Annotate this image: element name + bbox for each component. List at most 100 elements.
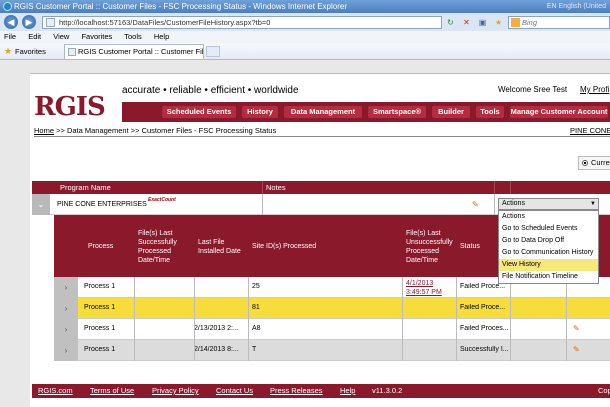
breadcrumb: Home >> Data Management >> Customer File… [34,126,276,135]
edit-notes-icon[interactable]: ✎ [472,201,480,209]
cell-unsuccess-time[interactable]: 3:49:57 PM [406,288,442,297]
menu-edit[interactable]: Edit [28,32,41,41]
current-radio-label: Curre [591,158,610,167]
back-icon[interactable]: ◀ [4,15,18,29]
page-icon [46,18,55,27]
action-option[interactable]: Go to Scheduled Events [499,223,598,235]
favorites-button[interactable]: ★ Favorites [4,46,46,57]
stop-icon[interactable]: ✕ [460,16,473,29]
chevron-down-icon: ▼ [590,201,596,207]
tagline: accurate • reliable • efficient • worldw… [122,85,299,96]
breadcrumb-path: >> Data Management >> Customer Files - F… [54,126,277,135]
footer-copyright: Cop [598,386,610,395]
nav-tools[interactable]: Tools [476,106,504,118]
forward-icon[interactable]: ▶ [22,15,36,29]
cell-process: Process 1 [84,304,116,311]
cell-unsuccess-date[interactable]: 4/1/2013 [406,279,433,288]
language-indicator[interactable]: EN English (United [547,0,606,13]
favorites-star-icon[interactable]: ★ [492,16,505,29]
header-last-success: File(s) Last Successfully Processed Date… [138,230,177,264]
action-option[interactable]: Go to Data Drop Off [499,235,598,247]
collapse-icon[interactable]: ⌄ [32,194,50,215]
menu-file[interactable]: File [4,32,16,41]
menu-bar: File Edit View Favorites Tools Help [0,31,610,43]
welcome-text: Welcome Sree Test [498,85,568,94]
footer-link-contact[interactable]: Contact Us [216,384,253,398]
breadcrumb-home[interactable]: Home [34,126,54,135]
favorites-label: Favorites [15,47,46,56]
actions-select[interactable]: Actions ▼ [498,198,599,210]
menu-view[interactable]: View [53,32,69,41]
cell-status: Successfully I... [460,346,508,353]
ie-icon [3,2,12,11]
browser-tab[interactable]: RGIS Customer Portal :: Customer Files -… [64,44,204,59]
footer-link-privacy[interactable]: Privacy Policy [152,384,199,398]
footer-link-terms[interactable]: Terms of Use [90,384,134,398]
tab-page-icon [68,48,76,56]
url-text: http://localhost:57163/DataFiles/Custome… [59,18,271,27]
action-option[interactable]: Actions [499,211,598,223]
nav-data-management[interactable]: Data Management [284,106,362,118]
bing-icon [511,18,520,27]
cell-installed: 2/13/2013 2:... [194,325,239,332]
cell-status: Failed Proces... [460,325,508,332]
cell-sites: A8 [252,325,261,332]
my-profile-link[interactable]: My Profi [580,85,609,94]
cell-sites: 81 [252,304,260,311]
edit-icon[interactable]: ✎ [573,346,581,354]
site-container: RGIS accurate • reliable • efficient • w… [30,73,610,407]
nav-history[interactable]: History [242,106,278,118]
footer-link-help[interactable]: Help [340,384,355,398]
nav-manage-customer-account[interactable]: Manage Customer Account [510,106,608,118]
exactcount-logo: ExactCount [148,197,176,203]
table-row[interactable]: › Process 1 2/13/2013 2:... A8 Failed Pr… [54,319,610,340]
new-tab-button[interactable] [206,46,220,57]
expand-icon[interactable]: › [54,319,78,340]
nav-builder[interactable]: Builder [432,106,470,118]
customer-link[interactable]: PINE CONE [570,126,610,135]
expand-icon[interactable]: › [54,340,78,361]
favorites-bar: ★ Favorites RGIS Customer Portal :: Cust… [0,43,610,60]
compatibility-icon[interactable]: ▣ [476,16,489,29]
cell-status: Failed Proce... [460,304,506,311]
nav-smartspace[interactable]: Smartspace® [368,106,426,118]
header-status: Status [460,243,480,250]
program-grid-header: Program Name Notes [32,181,610,194]
header-sites: Site ID(s) Processed [252,243,317,250]
expand-icon[interactable]: › [54,277,78,298]
action-option[interactable]: File Notification Timeline [499,271,598,283]
header-process: Process [88,243,114,250]
nav-scheduled-events[interactable]: Scheduled Events [162,106,236,118]
program-name: PINE CONE ENTERPRISES [57,201,147,208]
action-option[interactable]: Go to Communication History [499,247,598,259]
footer-link-press[interactable]: Press Releases [270,384,323,398]
table-row[interactable]: › Process 1 2/14/2013 8:... T Successful… [54,340,610,361]
url-input[interactable]: http://localhost:57163/DataFiles/Custome… [42,16,442,29]
cell-installed: 2/14/2013 8:... [194,346,239,353]
expand-icon[interactable]: › [54,298,78,319]
action-option-highlighted[interactable]: View History [499,259,598,271]
footer-link-rgis[interactable]: RGIS.com [38,384,73,398]
actions-dropdown-list: Actions Go to Scheduled Events Go to Dat… [498,210,599,284]
search-input[interactable]: Bing [508,16,610,29]
rgis-logo[interactable]: RGIS [34,92,106,122]
tab-label: RGIS Customer Portal :: Customer Files -… [78,47,204,56]
footer: RGIS.com Terms of Use Privacy Policy Con… [32,384,610,398]
refresh-icon[interactable]: ↻ [444,16,457,29]
cell-sites: 25 [252,283,260,290]
window-titlebar: RGIS Customer Portal :: Customer Files -… [0,0,610,13]
page-viewport: RGIS accurate • reliable • efficient • w… [0,60,610,407]
cell-process: Process 1 [84,283,116,290]
edit-icon[interactable]: ✎ [573,325,581,333]
header-last-unsuccess: File(s) Last Unsuccessfully Processed Da… [406,230,453,264]
window-title: RGIS Customer Portal :: Customer Files -… [14,2,347,11]
address-bar: ◀ ▶ http://localhost:57163/DataFiles/Cus… [0,13,610,31]
menu-tools[interactable]: Tools [124,32,142,41]
current-radio[interactable]: Curre [578,156,610,170]
cell-process: Process 1 [84,325,116,332]
table-row[interactable]: › Process 1 81 Failed Proce... [54,298,610,319]
menu-help[interactable]: Help [154,32,169,41]
favorites-icon: ★ [4,46,13,56]
header-last-installed: Last File Installed Date [198,239,241,255]
menu-favorites[interactable]: Favorites [81,32,112,41]
